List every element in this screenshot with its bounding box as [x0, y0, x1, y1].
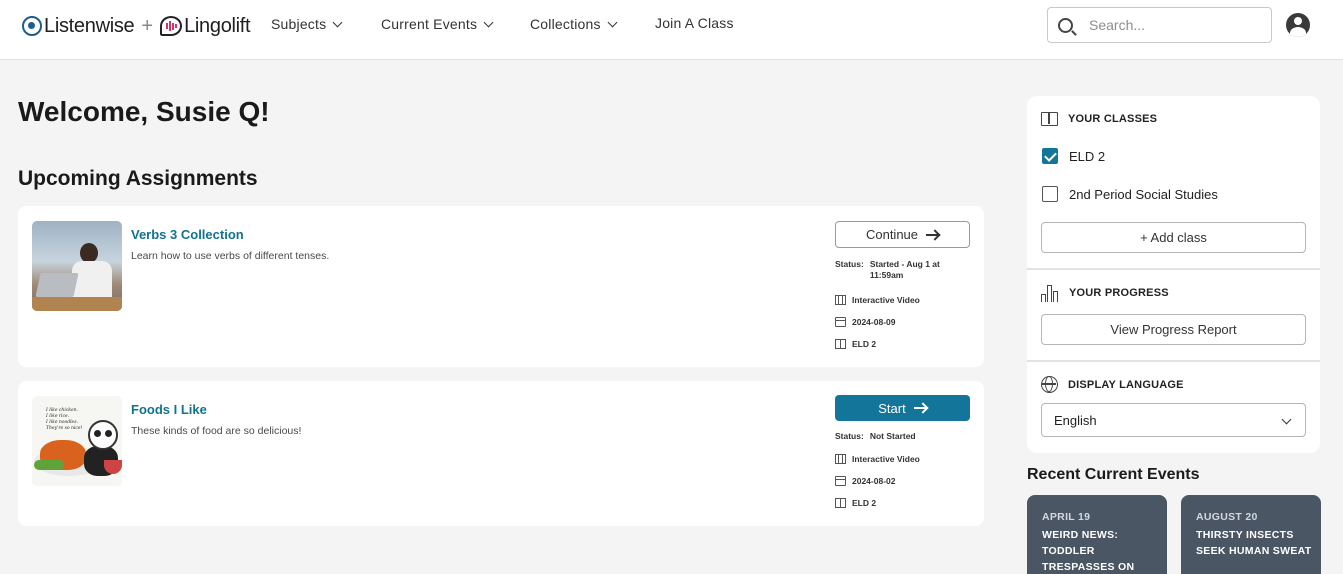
assignment-status: Status: Not Started — [835, 431, 960, 442]
logo-lingolift-text: Lingolift — [184, 14, 251, 37]
chevron-down-icon — [1281, 414, 1292, 425]
panda-illustration — [88, 420, 118, 450]
divider — [1027, 268, 1320, 270]
logo-listenwise-text: Listenwise — [44, 14, 135, 37]
assignment-thumbnail[interactable] — [32, 221, 122, 311]
nav-collections[interactable]: Collections — [530, 0, 618, 48]
bar-chart-icon — [1041, 284, 1059, 302]
assignment-status: Status: Started - Aug 1 at 11:59am — [835, 259, 960, 281]
recent-current-events-heading: Recent Current Events — [1027, 466, 1200, 483]
news-date: AUGUST 20 — [1196, 511, 1258, 523]
calendar-icon — [835, 476, 846, 486]
video-icon — [835, 295, 846, 305]
assignment-card: Verbs 3 Collection Learn how to use verb… — [18, 206, 984, 367]
assignment-description: Learn how to use verbs of different tens… — [131, 250, 330, 262]
status-label: Status: — [835, 259, 864, 269]
assignment-type: Interactive Video — [835, 454, 920, 464]
status-value: Started - Aug 1 at 11:59am — [869, 259, 940, 280]
assignment-type: Interactive Video — [835, 295, 920, 305]
thumbnail-text: I like chicken. I like rice. I like nood… — [46, 408, 83, 431]
arrow-right-icon — [913, 407, 927, 409]
assignment-date: 2024-08-09 — [835, 317, 895, 327]
listenwise-logo-icon — [22, 16, 42, 36]
upcoming-assignments-heading: Upcoming Assignments — [18, 167, 258, 190]
view-progress-report-button[interactable]: View Progress Report — [1041, 314, 1306, 345]
assignment-date: 2024-08-02 — [835, 476, 895, 486]
continue-button[interactable]: Continue — [835, 221, 970, 248]
page-title: Welcome, Susie Q! — [18, 96, 270, 127]
class-option-2nd-period[interactable]: 2nd Period Social Studies — [1042, 186, 1218, 202]
news-date: APRIL 19 — [1042, 511, 1091, 523]
search-input[interactable] — [1089, 17, 1259, 33]
nav-collections-label: Collections — [530, 16, 601, 32]
chevron-down-icon — [332, 17, 343, 27]
assignment-thumbnail[interactable]: I like chicken. I like rice. I like nood… — [32, 396, 122, 486]
sidebar-panel: YOUR CLASSES ELD 2 2nd Period Social Stu… — [1027, 96, 1320, 453]
assignment-class: ELD 2 — [835, 498, 876, 508]
assignment-card: I like chicken. I like rice. I like nood… — [18, 381, 984, 526]
your-classes-heading: YOUR CLASSES — [1041, 112, 1157, 126]
nav-join-a-class[interactable]: Join A Class — [655, 0, 734, 45]
news-card[interactable]: APRIL 19 WEIRD NEWS: TODDLER TRESPASSES … — [1027, 495, 1167, 574]
lingolift-logo-icon — [160, 16, 183, 36]
nav-join-a-class-label: Join A Class — [655, 14, 734, 31]
divider — [1027, 360, 1320, 362]
assignment-title[interactable]: Verbs 3 Collection — [131, 227, 244, 242]
globe-icon — [1041, 376, 1058, 393]
nav-subjects[interactable]: Subjects — [271, 0, 343, 48]
arrow-right-icon — [926, 233, 940, 236]
nav-subjects-label: Subjects — [271, 16, 327, 32]
nav-current-events[interactable]: Current Events — [381, 0, 494, 48]
logo[interactable]: Listenwise + Lingolift — [22, 12, 251, 40]
status-label: Status: — [835, 431, 864, 441]
book-icon — [835, 498, 846, 508]
language-select-value: English — [1054, 412, 1097, 428]
book-icon — [1041, 112, 1058, 126]
search-icon — [1058, 17, 1073, 33]
class-option-eld2[interactable]: ELD 2 — [1042, 148, 1105, 164]
start-button-label: Start — [878, 400, 906, 416]
start-button[interactable]: Start — [835, 395, 970, 421]
assignment-title[interactable]: Foods I Like — [131, 402, 207, 417]
assignment-description: These kinds of food are so delicious! — [131, 425, 302, 437]
calendar-icon — [835, 317, 846, 327]
news-headline: WEIRD NEWS: TODDLER TRESPASSES ON — [1042, 529, 1135, 573]
continue-button-label: Continue — [865, 227, 919, 242]
book-icon — [835, 339, 846, 349]
your-progress-heading: YOUR PROGRESS — [1041, 284, 1169, 302]
chevron-down-icon — [483, 17, 494, 27]
assignment-class: ELD 2 — [835, 339, 876, 349]
nav-current-events-label: Current Events — [381, 16, 478, 32]
add-class-button[interactable]: + Add class — [1041, 222, 1306, 253]
display-language-heading: DISPLAY LANGUAGE — [1041, 376, 1184, 393]
checkbox-unchecked-icon[interactable] — [1042, 186, 1058, 202]
news-headline: THIRSTY INSECTS SEEK HUMAN SWEAT — [1196, 529, 1312, 557]
checkbox-checked-icon[interactable] — [1042, 148, 1058, 164]
logo-plus: + — [141, 14, 154, 37]
chevron-down-icon — [607, 17, 618, 27]
news-card[interactable]: AUGUST 20 THIRSTY INSECTS SEEK HUMAN SWE… — [1181, 495, 1321, 574]
search-box[interactable] — [1047, 7, 1272, 43]
video-icon — [835, 454, 846, 464]
user-avatar-icon[interactable] — [1286, 13, 1310, 37]
top-header: Listenwise + Lingolift Subjects Current … — [0, 0, 1343, 60]
status-value: Not Started — [869, 431, 916, 441]
language-select[interactable]: English — [1041, 403, 1306, 437]
